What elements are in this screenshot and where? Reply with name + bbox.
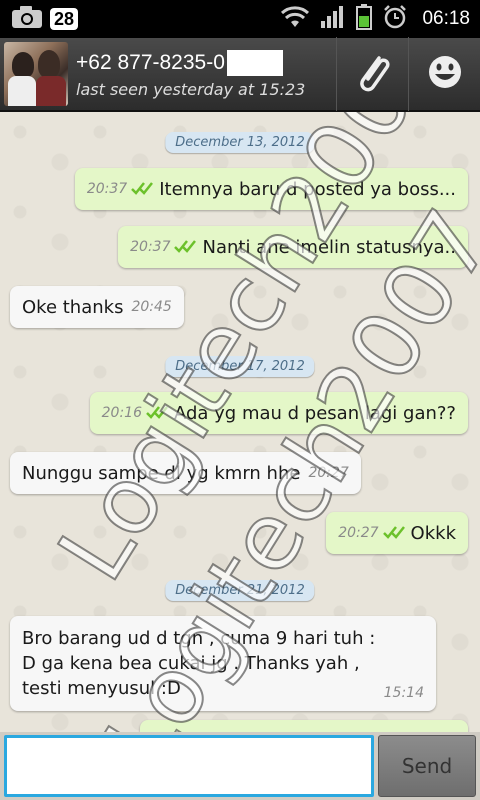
double-check-icon	[146, 403, 170, 424]
camera-icon	[10, 5, 44, 33]
emoji-button[interactable]	[408, 37, 480, 111]
outgoing-message[interactable]: 20:27 Okkk	[326, 512, 468, 554]
contact-name-row: +62 877-8235-0	[76, 49, 336, 76]
contact-name: +62 877-8235-0	[76, 50, 225, 74]
message-text: Okkk	[410, 522, 456, 544]
outgoing-message[interactable]: 20:16 Ada yg mau d pesan lagi gan??	[89, 392, 468, 434]
paperclip-icon	[353, 50, 393, 98]
double-check-icon	[131, 179, 155, 200]
outgoing-message[interactable]: 20:37 Nanti ane imelin statusnya..	[118, 226, 468, 268]
message-text: Nunggu sampe dl yg kmrn hhe	[22, 462, 301, 484]
date-divider: December 13, 2012	[165, 132, 315, 153]
notification-count-badge: 28	[50, 8, 79, 30]
send-button[interactable]: Send	[378, 735, 476, 797]
alarm-icon	[382, 4, 408, 34]
message-text: Ada yg mau d pesan lagi gan??	[173, 402, 456, 424]
status-bar: 28 06:18	[0, 0, 480, 38]
message-text: Itemnya baru d posted ya boss...	[159, 178, 456, 200]
outgoing-message-partial[interactable]	[140, 720, 468, 732]
incoming-message[interactable]: Oke thanks 20:45	[10, 286, 184, 328]
incoming-message[interactable]: Bro barang ud d tgn , cuma 9 hari tuh : …	[10, 616, 436, 711]
contact-info[interactable]: +62 877-8235-0 last seen yesterday at 15…	[76, 49, 336, 99]
message-time: 20:16	[101, 405, 142, 421]
message-time: 20:27	[308, 465, 349, 481]
outgoing-message[interactable]: 20:37 Itemnya baru d posted ya boss...	[74, 168, 468, 210]
battery-icon	[356, 4, 373, 34]
message-text-line: Bro barang ud d tgn , cuma 9 hari tuh :	[22, 628, 376, 649]
message-text-line: D ga kena bea cukai jg . Thanks yah ,	[22, 653, 360, 674]
double-check-icon	[174, 237, 198, 258]
chat-header: +62 877-8235-0 last seen yesterday at 15…	[0, 37, 480, 112]
status-time: 06:18	[422, 8, 470, 29]
compose-bar: Send	[0, 732, 480, 800]
date-divider: December 21, 2012	[165, 580, 315, 601]
last-seen-status: last seen yesterday at 15:23	[76, 79, 306, 99]
smiley-icon	[427, 54, 463, 94]
message-input[interactable]	[4, 735, 374, 797]
message-time: 20:37	[86, 181, 128, 197]
message-time: 20:27	[338, 525, 379, 541]
message-time: 15:14	[383, 685, 424, 701]
message-text-line: testi menyusul :D	[22, 678, 181, 699]
message-text: Oke thanks	[22, 296, 124, 318]
incoming-message[interactable]: Nunggu sampe dl yg kmrn hhe 20:27	[10, 452, 361, 494]
redacted-block	[226, 49, 283, 76]
message-text: Nanti ane imelin statusnya..	[202, 236, 456, 258]
message-time: 20:37	[130, 239, 171, 255]
wifi-icon	[280, 5, 310, 33]
signal-strength-icon	[320, 5, 346, 33]
message-time: 20:45	[131, 299, 172, 315]
double-check-icon	[382, 523, 407, 544]
message-list[interactable]: December 13, 2012 20:37 Itemnya baru d p…	[0, 112, 480, 732]
contact-avatar[interactable]	[4, 42, 68, 106]
attach-button[interactable]	[336, 37, 408, 111]
date-divider: December 17, 2012	[165, 356, 315, 377]
